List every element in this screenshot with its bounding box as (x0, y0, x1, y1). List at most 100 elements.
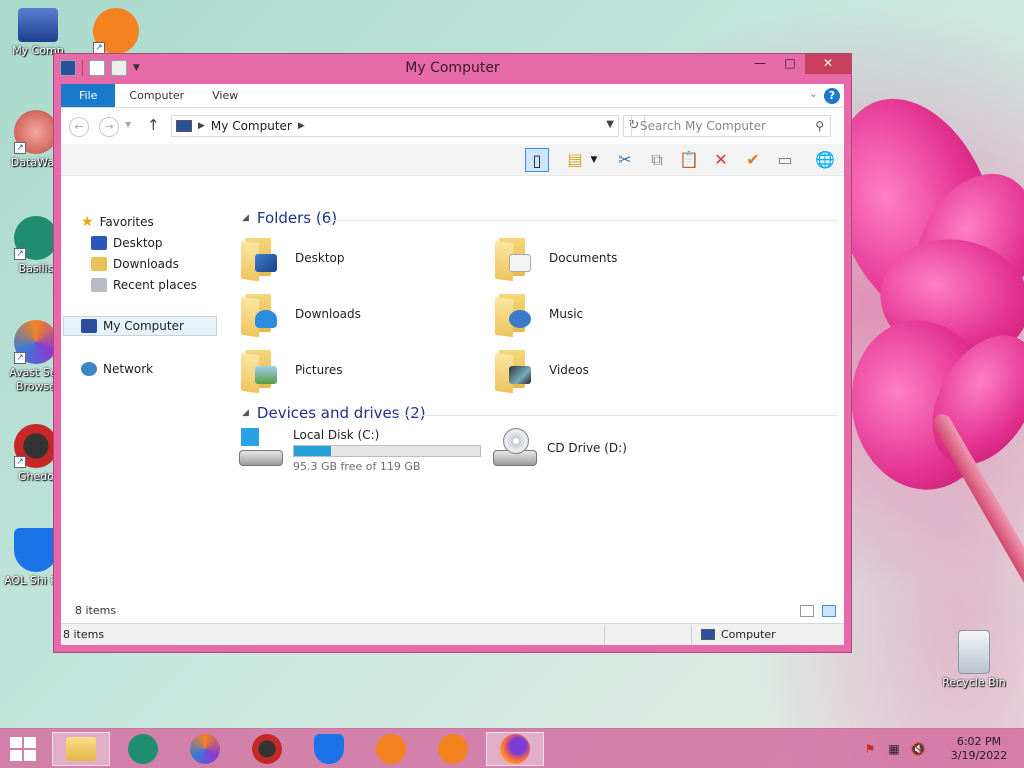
shortcut-arrow-icon: ↗ (14, 456, 26, 468)
folder-label: Desktop (295, 251, 345, 265)
folder-downloads[interactable]: Downloads (241, 292, 361, 338)
copy-button[interactable]: ⧉ (645, 148, 669, 172)
nav-downloads[interactable]: Downloads (91, 254, 179, 274)
chevron-right-icon[interactable]: ▶ (198, 121, 205, 131)
desktop-icon (91, 236, 107, 250)
close-button[interactable]: ✕ (805, 54, 851, 74)
chevron-right-icon[interactable]: ▶ (298, 121, 305, 131)
folder-desktop[interactable]: Desktop (241, 236, 345, 282)
item-count: 8 items (75, 604, 117, 617)
folder-label: Pictures (295, 363, 343, 377)
search-icon[interactable]: ⚲ (815, 116, 824, 136)
title-bar[interactable]: ▼ My Computer — □ ✕ (54, 54, 851, 84)
folder-label: Videos (549, 363, 589, 377)
maximize-button[interactable]: □ (775, 54, 805, 74)
taskbar-basilisk[interactable] (114, 732, 172, 766)
command-toolbar: ▯ ▤ ▼ ✂ ⧉ 📋 ✕ ✔ ▭ 🌐 (61, 144, 844, 176)
shortcut-arrow-icon: ↗ (14, 142, 26, 154)
up-button[interactable]: ↑ (147, 116, 160, 134)
apply-button[interactable]: ✔ (741, 148, 765, 172)
explorer-window[interactable]: ▼ My Computer — □ ✕ File Computer View ⌄… (53, 53, 852, 653)
system-tray: ⚑ ▦ 🔇 6:02 PM 3/19/2022 (862, 729, 1024, 768)
ccleaner-icon (438, 734, 468, 764)
network-icon[interactable]: ▦ (886, 741, 902, 757)
tab-computer[interactable]: Computer (115, 84, 198, 107)
nav-desktop[interactable]: Desktop (91, 233, 163, 253)
downloads-icon (91, 257, 107, 271)
rename-button[interactable]: ▭ (773, 148, 797, 172)
nav-label: My Computer (103, 319, 184, 333)
address-bar[interactable]: ▶ My Computer ▶ ▼ (171, 115, 619, 137)
action-center-flag-icon[interactable]: ⚑ (862, 741, 878, 757)
status-location-label: Computer (721, 628, 776, 641)
computer-icon (176, 120, 192, 132)
nav-my-computer[interactable]: My Computer (63, 316, 217, 336)
recent-locations-icon[interactable]: ▼ (125, 120, 131, 129)
drive-local-disk[interactable]: Local Disk (C:) 95.3 GB free of 119 GB (239, 428, 481, 473)
desktop-icon-recycle-bin[interactable]: Recycle Bin (938, 630, 1010, 690)
taskbar-avast-browser[interactable] (176, 732, 234, 766)
desktop-icon-my-computer[interactable]: My Comp (2, 8, 74, 58)
recent-places-icon (91, 278, 107, 292)
properties-button[interactable]: ▤ (563, 148, 587, 172)
tab-file[interactable]: File (61, 84, 116, 107)
details-view-icon[interactable] (800, 605, 814, 617)
folder-music[interactable]: Music (495, 292, 583, 338)
nav-favorites[interactable]: ★ Favorites (81, 212, 154, 232)
preview-pane-button[interactable]: ▯ (525, 148, 549, 172)
taskbar: ⚑ ▦ 🔇 6:02 PM 3/19/2022 (0, 728, 1024, 768)
status-count: 8 items (63, 628, 105, 641)
taskbar-file-explorer[interactable] (52, 732, 110, 766)
internet-options-button[interactable]: 🌐 (813, 148, 837, 172)
search-input[interactable]: Search My Computer ⚲ (631, 115, 831, 137)
datawag-icon: ↗ (14, 110, 58, 154)
computer-icon (18, 8, 58, 42)
cut-button[interactable]: ✂ (613, 148, 637, 172)
delete-button[interactable]: ✕ (709, 148, 733, 172)
clock[interactable]: 6:02 PM 3/19/2022 (934, 735, 1024, 763)
nav-network[interactable]: Network (81, 359, 153, 379)
avast-browser-icon (190, 734, 220, 764)
back-button[interactable]: ← (69, 117, 89, 137)
start-button[interactable] (10, 737, 38, 761)
explorer-body: ★ Favorites Desktop Downloads Recent pla… (61, 206, 844, 591)
drive-cd[interactable]: CD Drive (D:) (493, 428, 627, 468)
forward-button[interactable]: → (99, 117, 119, 137)
collapse-triangle-icon[interactable]: ◢ (242, 213, 249, 223)
expand-ribbon-icon[interactable]: ⌄ (809, 87, 818, 100)
taskbar-firefox[interactable] (486, 732, 544, 766)
drive-free-space: 95.3 GB free of 119 GB (293, 460, 421, 473)
collapse-triangle-icon[interactable]: ◢ (242, 408, 249, 418)
chevron-down-icon[interactable]: ▼ (587, 148, 601, 172)
chevron-down-icon[interactable]: ▼ (606, 119, 614, 130)
folder-documents[interactable]: Documents (495, 236, 617, 282)
desktop-icon-ccleaner[interactable]: ↗ (80, 8, 152, 56)
computer-icon (701, 629, 715, 640)
folders-group-header[interactable]: ◢ Folders (6) (242, 209, 337, 227)
view-switcher (800, 605, 836, 617)
desktop-icon-label: Recycle Bin (942, 676, 1006, 689)
taskbar-ccleaner[interactable] (362, 732, 420, 766)
aol-shield-icon (14, 528, 58, 572)
large-icons-view-icon[interactable] (822, 605, 836, 617)
drive-name: Local Disk (C:) (293, 428, 380, 442)
minimize-button[interactable]: — (745, 54, 775, 74)
folder-pictures[interactable]: Pictures (241, 348, 343, 394)
paste-button[interactable]: 📋 (677, 148, 701, 172)
ccleaner-icon (376, 734, 406, 764)
taskbar-aol-shield[interactable] (300, 732, 358, 766)
help-button[interactable]: ? (824, 88, 840, 104)
ghedo-icon (252, 734, 282, 764)
clock-date: 3/19/2022 (950, 749, 1008, 762)
nav-label: Network (103, 362, 154, 376)
folder-videos[interactable]: Videos (495, 348, 589, 394)
taskbar-ccleaner-2[interactable] (424, 732, 482, 766)
devices-group-header[interactable]: ◢ Devices and drives (2) (242, 404, 426, 422)
tab-view[interactable]: View (198, 84, 252, 107)
content-pane: ◢ Folders (6) Desktop Documents Download… (233, 206, 844, 591)
taskbar-ghedo[interactable] (238, 732, 296, 766)
volume-muted-icon[interactable]: 🔇 (910, 741, 926, 757)
drive-usage-bar (293, 445, 481, 457)
status-bar: 8 items Computer (61, 623, 844, 645)
nav-recent-places[interactable]: Recent places (91, 275, 197, 295)
